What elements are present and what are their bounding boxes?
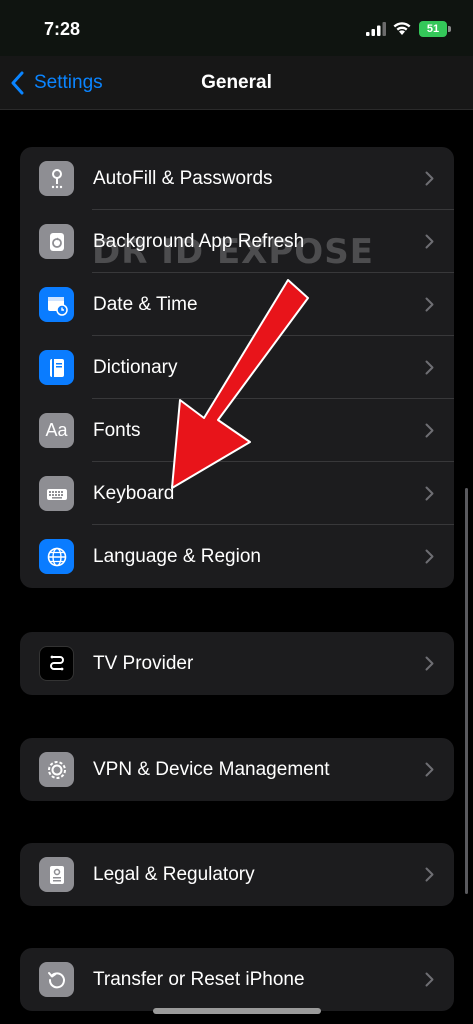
watermark-logo: DR ID EXPOSE [92,232,374,272]
navigation-bar: General Settings [0,56,473,110]
chevron-right-icon [425,360,434,375]
settings-group-tv-provider: TV Provider [20,632,454,695]
chevron-right-icon [425,867,434,882]
status-bar: 7:28 51 [0,0,473,56]
row-transfer-reset[interactable]: Transfer or Reset iPhone [20,948,454,1011]
wifi-icon [393,22,411,35]
settings-group-vpn: VPN & Device Management [20,738,454,801]
chevron-right-icon [425,549,434,564]
settings-group-legal: Legal & Regulatory [20,843,454,906]
chevron-right-icon [425,656,434,671]
document-icon [39,857,74,892]
chevron-right-icon [425,423,434,438]
row-tv-provider[interactable]: TV Provider [20,632,454,695]
chevron-right-icon [425,234,434,249]
settings-group-general: AutoFill & Passwords Background App Refr… [20,147,454,588]
row-keyboard[interactable]: Keyboard [20,462,454,525]
back-button-label: Settings [34,72,103,93]
battery-tip [448,26,451,32]
calendar-clock-icon [39,287,74,322]
back-button[interactable]: Settings [10,68,103,98]
gear-icon [39,752,74,787]
row-label: VPN & Device Management [93,758,330,780]
battery-level: 51 [426,23,440,35]
home-indicator[interactable] [153,1008,321,1014]
chevron-left-icon [11,71,24,95]
row-label: AutoFill & Passwords [93,167,273,189]
fonts-icon-glyph: Aa [45,420,68,440]
row-label: Transfer or Reset iPhone [93,968,305,990]
fonts-icon: Aa [39,413,74,448]
row-label: Date & Time [93,293,198,315]
chevron-right-icon [425,972,434,987]
row-autofill-passwords[interactable]: AutoFill & Passwords [20,147,454,210]
globe-icon [39,539,74,574]
row-label: Keyboard [93,482,175,504]
cellular-signal-icon [366,22,386,36]
row-dictionary[interactable]: Dictionary [20,336,454,399]
keyboard-icon [39,476,74,511]
chevron-right-icon [425,297,434,312]
row-date-time[interactable]: Date & Time [20,273,454,336]
row-label: Legal & Regulatory [93,863,255,885]
row-label: Fonts [93,419,141,441]
key-icon [39,161,74,196]
battery-indicator: 51 [419,21,451,37]
reset-icon [39,962,74,997]
chevron-right-icon [425,762,434,777]
row-legal-regulatory[interactable]: Legal & Regulatory [20,843,454,906]
row-label: Language & Region [93,545,261,567]
tv-provider-icon [39,646,74,681]
row-fonts[interactable]: Aa Fonts [20,399,454,462]
row-label: TV Provider [93,652,194,674]
settings-group-transfer: Transfer or Reset iPhone [20,948,454,1011]
row-label: Dictionary [93,356,178,378]
chevron-right-icon [425,171,434,186]
row-language-region[interactable]: Language & Region [20,525,454,588]
scrollbar[interactable] [465,488,468,894]
row-vpn-device-management[interactable]: VPN & Device Management [20,738,454,801]
status-time: 7:28 [44,19,81,39]
chevron-right-icon [425,486,434,501]
refresh-icon [39,224,74,259]
book-icon [39,350,74,385]
